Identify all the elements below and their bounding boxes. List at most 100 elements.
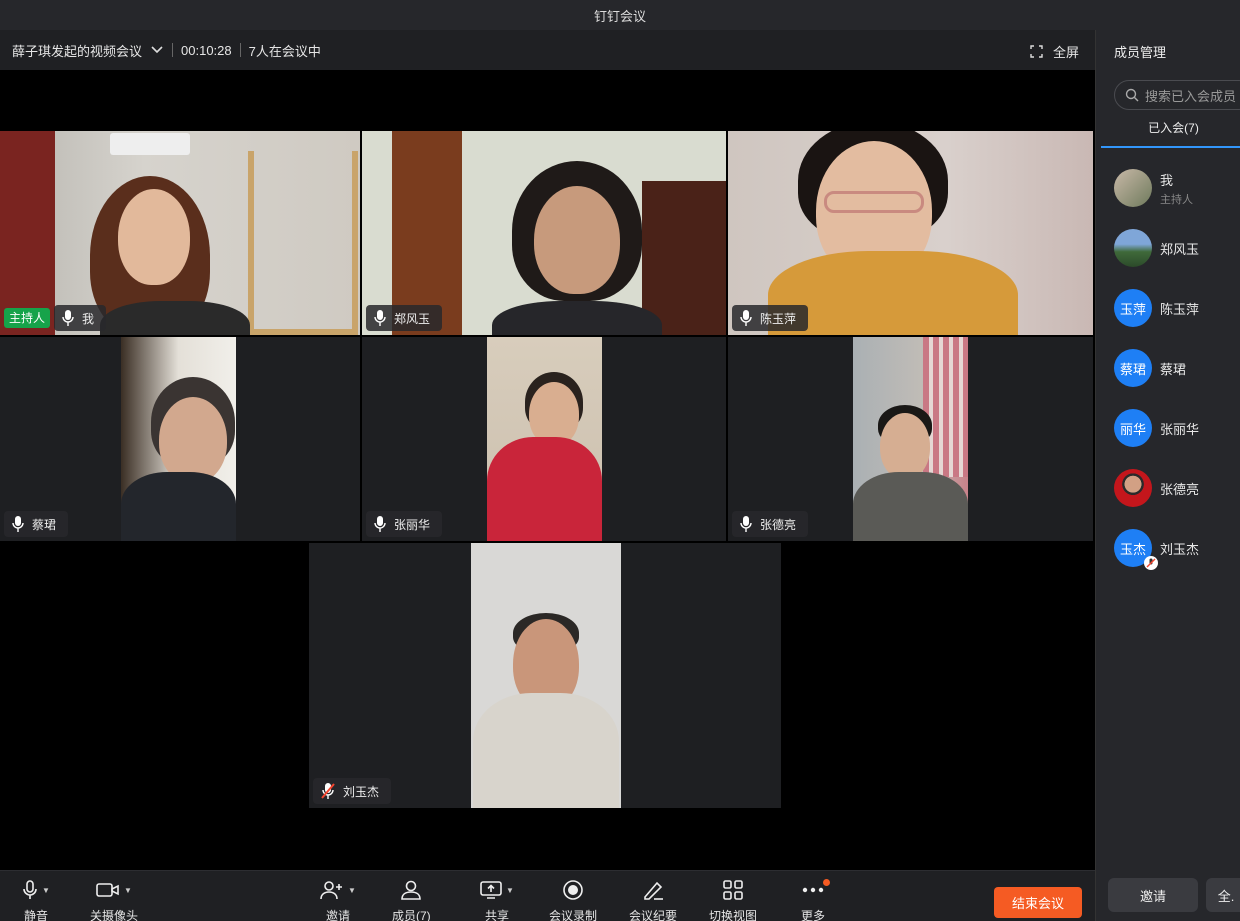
avatar: 蔡珺 — [1114, 349, 1152, 387]
divider — [239, 43, 241, 57]
share-screen-icon — [480, 881, 502, 899]
share-label: 共享 — [484, 909, 509, 921]
fullscreen-label: 全屏 — [1052, 45, 1079, 60]
end-meeting-button[interactable]: 结束会议 — [994, 887, 1082, 918]
share-button[interactable]: ▼ 共享 — [480, 879, 514, 921]
microphone-icon — [62, 310, 74, 326]
participant-count: 7人在会议中 — [248, 43, 321, 59]
member-item[interactable]: 丽华 张丽华 — [1096, 398, 1240, 458]
microphone-icon — [374, 310, 386, 326]
participant-name: 陈玉萍 — [760, 311, 797, 326]
avatar: 玉萍 — [1114, 289, 1152, 327]
search-placeholder: 搜索已入会成员 — [1145, 88, 1237, 104]
member-item[interactable]: 玉萍 陈玉萍 — [1096, 278, 1240, 338]
invite-button[interactable]: 邀请 — [1108, 878, 1198, 912]
member-item[interactable]: 郑风玉 — [1096, 218, 1240, 278]
video-tile[interactable]: 陈玉萍 — [728, 131, 1093, 335]
video-tile[interactable]: 郑风玉 — [362, 131, 726, 335]
video-feed — [853, 337, 968, 541]
member-name: 陈玉萍 — [1160, 301, 1200, 317]
name-chip: 张德亮 — [732, 511, 809, 537]
record-icon — [563, 880, 583, 900]
minutes-button[interactable]: 会议纪要 — [629, 879, 677, 921]
video-tile[interactable]: 张德亮 — [728, 337, 1093, 541]
avatar: 丽华 — [1114, 409, 1152, 447]
video-tile[interactable]: 张丽华 — [362, 337, 726, 541]
invite-toolbar-button[interactable]: ▼ 邀请 — [320, 879, 356, 921]
avatar — [1114, 229, 1152, 267]
video-tile[interactable]: 蔡珺 — [0, 337, 360, 541]
caret-down-icon[interactable]: ▼ — [42, 886, 50, 895]
member-item[interactable]: 玉杰 刘玉杰 — [1096, 518, 1240, 578]
meeting-title-dropdown[interactable]: 薛子琪发起的视频会议 — [12, 41, 164, 60]
tab-joined[interactable]: 已入会(7) — [1101, 116, 1240, 148]
caret-down-icon[interactable]: ▼ — [348, 886, 356, 895]
camera-button[interactable]: ▼ 关摄像头 — [90, 879, 138, 921]
fullscreen-button[interactable]: 全屏 — [1030, 42, 1079, 61]
member-item[interactable]: 蔡珺 蔡珺 — [1096, 338, 1240, 398]
microphone-icon — [740, 516, 752, 532]
meeting-title: 薛子琪发起的视频会议 — [12, 43, 143, 59]
record-label: 会议录制 — [549, 909, 598, 921]
member-item[interactable]: 张德亮 — [1096, 458, 1240, 518]
more-label: 更多 — [801, 909, 826, 921]
microphone-icon — [374, 516, 386, 532]
host-tag: 主持人 — [4, 308, 51, 328]
microphone-icon — [12, 516, 24, 532]
member-item[interactable]: 我 主持人 — [1096, 158, 1240, 218]
camera-label: 关摄像头 — [90, 909, 139, 921]
member-list: 我 主持人 郑风玉 玉萍 陈玉萍 蔡珺 蔡珺 丽华 张丽华 张德亮 玉杰 刘玉杰 — [1096, 158, 1240, 578]
tile-label: 蔡珺 — [4, 511, 69, 537]
caret-down-icon[interactable]: ▼ — [506, 886, 514, 895]
member-panel: 成员管理 搜索已入会成员 已入会(7) 我 主持人 郑风玉 玉萍 陈玉萍 蔡珺 … — [1095, 30, 1240, 921]
participant-name: 郑风玉 — [394, 311, 431, 326]
name-chip: 郑风玉 — [366, 305, 443, 331]
grid-view-icon — [723, 880, 743, 900]
mute-button[interactable]: ▼ 静音 — [22, 879, 50, 921]
participant-name: 我 — [82, 311, 95, 326]
video-tile[interactable]: 刘玉杰 — [309, 543, 781, 808]
members-button[interactable]: 成员(7) — [392, 879, 431, 921]
name-chip: 刘玉杰 — [313, 778, 392, 804]
divider — [172, 43, 174, 57]
video-feed — [471, 543, 621, 808]
camera-icon — [96, 883, 119, 897]
record-button[interactable]: 会议录制 — [549, 879, 597, 921]
participant-name: 张德亮 — [760, 517, 797, 532]
panel-title: 成员管理 — [1114, 45, 1167, 60]
muted-badge — [1144, 556, 1158, 570]
name-chip: 蔡珺 — [4, 511, 69, 537]
member-name: 张德亮 — [1160, 481, 1200, 497]
more-icon — [802, 887, 824, 893]
avatar — [1114, 169, 1152, 207]
member-name: 刘玉杰 — [1160, 541, 1200, 557]
member-name: 我 — [1160, 172, 1174, 188]
minutes-label: 会议纪要 — [629, 909, 678, 921]
mute-all-button[interactable]: 全. — [1206, 878, 1240, 912]
video-tile[interactable]: 主持人 我 — [0, 131, 360, 335]
participant-name: 张丽华 — [394, 517, 431, 532]
notification-dot — [823, 879, 830, 886]
members-label: 成员(7) — [392, 909, 431, 921]
participant-name: 蔡珺 — [32, 517, 57, 532]
more-button[interactable]: 更多 — [801, 879, 830, 921]
meeting-toolbar: ▼ 静音 ▼ 关摄像头 ▼ 邀请 成员(7) ▼ 共享 会议录制 会议纪要 切换… — [0, 870, 1095, 921]
meeting-info-bar: 薛子琪发起的视频会议 00:10:28 7人在会议中 全屏 — [0, 30, 1095, 70]
minutes-icon — [644, 881, 663, 900]
member-role: 主持人 — [1160, 193, 1193, 206]
member-search-input[interactable]: 搜索已入会成员 — [1114, 80, 1240, 110]
chevron-down-icon — [151, 46, 163, 54]
video-feed — [487, 337, 602, 541]
member-name: 张丽华 — [1160, 421, 1200, 437]
tile-label: 刘玉杰 — [313, 778, 392, 804]
caret-down-icon[interactable]: ▼ — [124, 886, 132, 895]
mute-label: 静音 — [23, 909, 48, 921]
participant-name: 刘玉杰 — [343, 784, 380, 799]
panel-footer: 邀请 全. — [1108, 878, 1240, 912]
name-chip: 陈玉萍 — [732, 305, 809, 331]
name-chip: 张丽华 — [366, 511, 443, 537]
member-name: 郑风玉 — [1160, 241, 1200, 257]
switch-view-button[interactable]: 切换视图 — [709, 879, 757, 921]
meeting-timer: 00:10:28 — [181, 42, 232, 58]
fullscreen-icon — [1030, 45, 1043, 58]
